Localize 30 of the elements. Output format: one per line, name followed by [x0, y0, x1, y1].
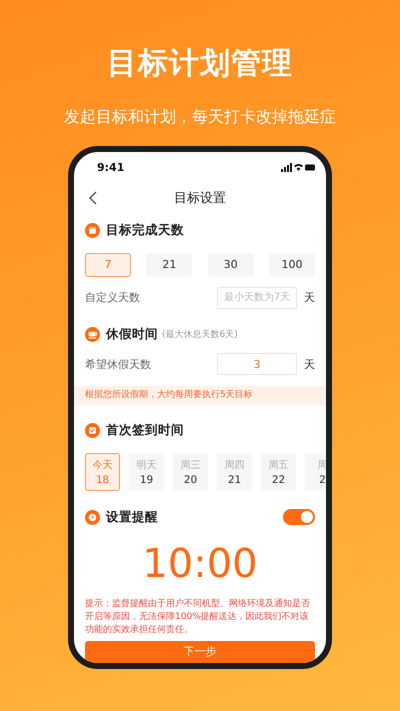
reminder-toggle[interactable]: [283, 509, 315, 526]
section-note: (最大休息天数6天): [162, 328, 238, 341]
day-option[interactable]: 21: [146, 252, 192, 277]
date-option[interactable]: 明天 19: [129, 452, 164, 491]
cup-icon: [85, 326, 100, 342]
day-option[interactable]: 30: [208, 252, 254, 277]
back-icon[interactable]: [89, 191, 97, 206]
status-icons-drawing: [281, 163, 315, 172]
section-title: 休假时间: [106, 326, 158, 343]
calendar-check-icon: [85, 423, 100, 438]
date-option[interactable]: 周三 20: [173, 452, 208, 491]
field-label: 自定义天数: [85, 290, 141, 306]
unit-label: 天: [303, 290, 315, 306]
status-time: 9:41: [97, 161, 124, 174]
field-label: 希望休假天数: [85, 356, 152, 372]
calendar-icon: [85, 223, 100, 238]
notice-banner: 根据您所设假期，大约每周要执行5天目标: [74, 386, 326, 406]
page-subtitle: 发起目标和计划，每天打卡改掉拖延症: [64, 106, 336, 128]
section-title: 首次签到时间: [106, 422, 184, 440]
page-title: 目标计划管理: [107, 45, 293, 83]
date-option[interactable]: 周四 21: [217, 452, 252, 491]
custom-days-field[interactable]: 最小天数为7天: [217, 286, 297, 309]
day-option[interactable]: 100: [268, 252, 315, 277]
date-option[interactable]: 周五 22: [261, 452, 296, 491]
section-title: 目标完成天数: [106, 222, 184, 240]
unit-label: 天: [303, 356, 315, 372]
reminder-hint: 提示：监督提醒由于用户不同机型、网络环境及通知是否开启等原因，无法保障100%提醒送达，因此我们不对该功能的实效承担任何责任。: [85, 598, 311, 638]
screen-title: 目标设置: [174, 190, 226, 207]
section-title: 设置提醒: [106, 508, 158, 526]
clock-icon: [85, 510, 100, 525]
